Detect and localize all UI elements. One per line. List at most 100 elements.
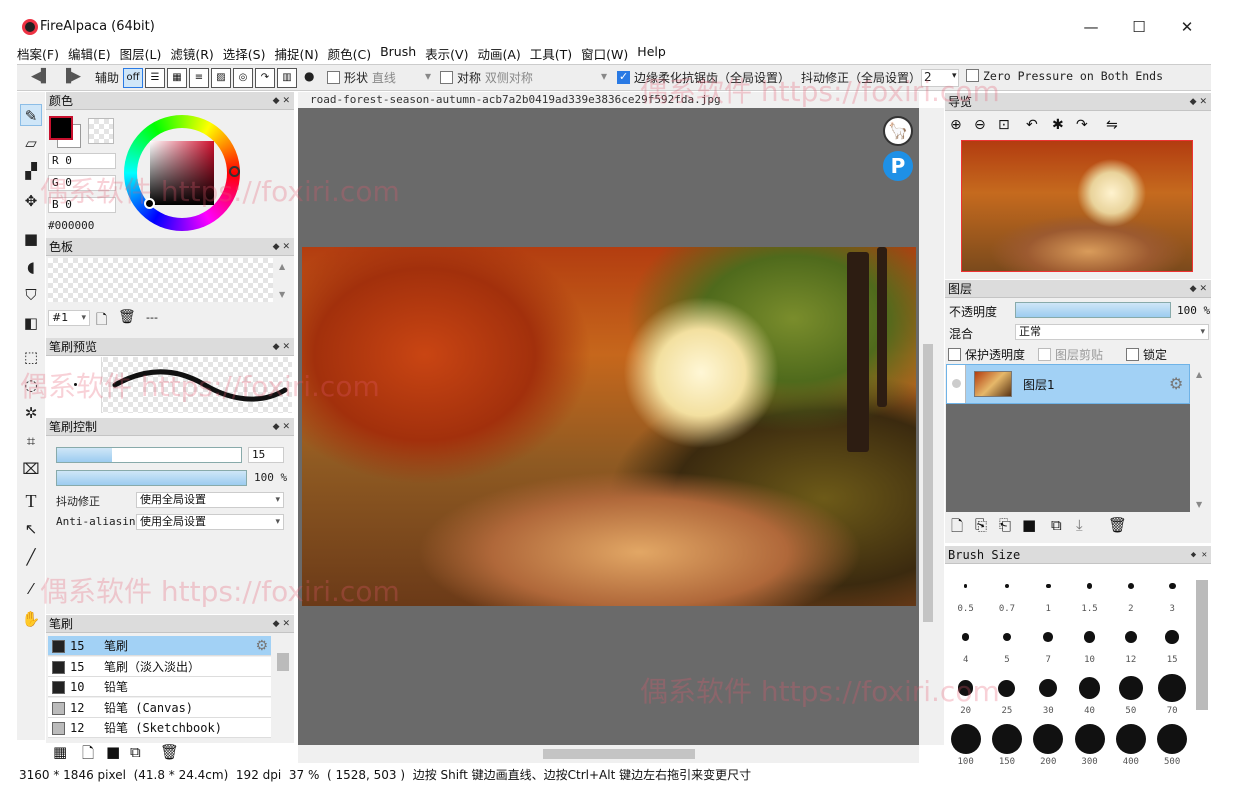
brush-list-item[interactable]: 15 笔刷 ⚙	[48, 636, 271, 656]
duplicate-layer-icon[interactable]: ⧉	[1051, 516, 1062, 534]
layer-row[interactable]: 图层1 ⚙	[946, 364, 1190, 404]
select-rect-tool-icon[interactable]: ⬚	[20, 346, 42, 368]
brush-size-dot[interactable]	[1168, 582, 1176, 590]
brush-tool-icon[interactable]: ✎	[20, 104, 42, 126]
panel-pin-close-icon[interactable]: ◆ ✕	[273, 418, 290, 436]
close-button[interactable]: ✕	[1173, 14, 1201, 40]
symmetry-dropdown-icon[interactable]: ▾	[601, 69, 607, 83]
lasso-tool-icon[interactable]: ◌	[20, 374, 42, 396]
text-tool-icon[interactable]: T	[20, 490, 42, 512]
new-layer-icon[interactable]: 🗋	[951, 516, 963, 541]
canvas-vertical-scrollbar[interactable]	[919, 108, 944, 745]
snap-curve-icon[interactable]: ↷	[255, 68, 275, 88]
brush-list-item[interactable]: 12 铅笔 (Canvas)	[48, 697, 271, 718]
new-1bit-layer-icon[interactable]: ⎗	[999, 516, 1011, 534]
brush-settings-gear-icon[interactable]: ⚙	[255, 636, 268, 656]
eraser-tool-icon[interactable]: ▱	[20, 132, 42, 154]
brush-folder-icon[interactable]: ■	[106, 743, 120, 761]
gradient-tool-icon[interactable]: ◧	[20, 312, 42, 334]
panel-pin-close-icon[interactable]: ◆ ✕	[1190, 280, 1207, 298]
panel-pin-close-icon[interactable]: ◆ ✕	[273, 615, 290, 633]
select-pen-tool-icon[interactable]: ⌗	[20, 430, 42, 452]
brush-size-dot[interactable]	[957, 680, 974, 696]
brush-size-slider[interactable]	[56, 447, 242, 463]
snap-off-button[interactable]: off	[123, 68, 143, 88]
panel-pin-close-icon[interactable]: ◆ ✕	[1191, 546, 1207, 564]
canvas-image[interactable]	[302, 247, 916, 606]
layer-settings-gear-icon[interactable]: ⚙	[1169, 374, 1183, 393]
layers-scroll-up-icon[interactable]: ▲	[1196, 370, 1202, 379]
shape-dropdown-icon[interactable]: ▾	[425, 69, 431, 83]
hue-picker-handle[interactable]	[229, 166, 240, 177]
delete-brush-icon[interactable]: 🗑	[160, 743, 179, 761]
protect-alpha-checkbox[interactable]: 保护透明度	[948, 346, 1025, 363]
stabilizer-dropdown-icon[interactable]: ▾	[952, 71, 957, 81]
brush-list-item[interactable]: 15 笔刷（淡入淡出）	[48, 656, 271, 677]
brush-list-scrollbar[interactable]	[277, 653, 289, 671]
brush-size-dot[interactable]	[1165, 630, 1179, 644]
brush-size-dot[interactable]	[1074, 724, 1105, 754]
bucket-tool-icon[interactable]: ◖	[20, 256, 42, 278]
operation-tool-icon[interactable]: ↖	[20, 518, 42, 540]
palette-scroll-up-icon[interactable]: ▲	[279, 262, 285, 271]
layer-opacity-slider[interactable]	[1015, 302, 1171, 318]
duplicate-brush-icon[interactable]: ⧉	[130, 743, 141, 761]
brush-size-dot[interactable]	[1083, 631, 1096, 643]
sv-picker-handle[interactable]	[144, 198, 155, 209]
panel-pin-close-icon[interactable]: ◆ ✕	[273, 238, 290, 256]
menu-animation[interactable]: 动画(A)	[477, 44, 520, 64]
merge-down-icon[interactable]: ⤓	[1076, 516, 1083, 534]
hand-tool-icon[interactable]: ✋	[20, 608, 42, 630]
eyedropper-tool-icon[interactable]: ⁄	[20, 578, 42, 600]
brush-size-dot[interactable]	[1004, 583, 1009, 589]
zero-pressure-checkbox[interactable]: Zero Pressure on Both Ends	[966, 69, 1163, 83]
brush-size-dot[interactable]	[1124, 630, 1137, 644]
brush-size-dot[interactable]	[950, 724, 981, 754]
hex-value[interactable]: #000000	[48, 219, 94, 232]
brush-size-dot[interactable]	[1119, 676, 1143, 700]
menu-snap[interactable]: 捕捉(N)	[274, 44, 318, 64]
blue-value-field[interactable]: B 0	[48, 197, 116, 213]
menu-select[interactable]: 选择(S)	[223, 44, 266, 64]
clipping-checkbox[interactable]: 图层剪贴	[1038, 346, 1103, 363]
brush-stabilizer-select[interactable]: 使用全局设置	[136, 492, 284, 508]
shape-checkbox[interactable]: 形状 直线	[327, 69, 396, 86]
redo-icon[interactable]: ▐▶	[61, 69, 81, 84]
maximize-button[interactable]: ☐	[1125, 14, 1153, 40]
brush-size-dot[interactable]	[1043, 632, 1054, 642]
menu-edit[interactable]: 编辑(E)	[68, 44, 111, 64]
brush-size-dot[interactable]	[998, 679, 1016, 697]
new-folder-icon[interactable]: ■	[1022, 516, 1036, 534]
menu-tools[interactable]: 工具(T)	[530, 44, 572, 64]
brush-size-scrollbar[interactable]	[1196, 580, 1208, 710]
magic-wand-tool-icon[interactable]: ✲	[20, 402, 42, 424]
brush-antialias-select[interactable]: 使用全局设置	[136, 514, 284, 530]
panel-pin-close-icon[interactable]: ◆ ✕	[273, 92, 290, 110]
canvas-horizontal-scrollbar[interactable]	[298, 745, 919, 763]
snap-parallel-icon[interactable]: ☰	[145, 68, 165, 88]
menu-filter[interactable]: 滤镜(R)	[170, 44, 213, 64]
snap-3d-icon[interactable]: ▥	[277, 68, 297, 88]
red-value-field[interactable]: R 0	[48, 153, 116, 169]
primary-color-swatch[interactable]	[49, 116, 73, 140]
lock-checkbox[interactable]: 锁定	[1126, 346, 1167, 363]
snap-grid-icon[interactable]: ▦	[167, 68, 187, 88]
brush-size-dot[interactable]	[1045, 583, 1051, 589]
panel-pin-close-icon[interactable]: ◆ ✕	[273, 338, 290, 356]
divide-tool-icon[interactable]: ╱	[20, 546, 42, 568]
zoom-out-icon[interactable]: ⊖	[974, 117, 986, 133]
fill-rect-tool-icon[interactable]: ■	[20, 228, 42, 250]
transparent-color-swatch[interactable]	[88, 118, 114, 144]
palette-scroll-down-icon[interactable]: ▼	[279, 290, 285, 299]
brush-list-item[interactable]: 10 铅笔	[48, 677, 271, 697]
menu-view[interactable]: 表示(V)	[425, 44, 468, 64]
minimize-button[interactable]: —	[1077, 14, 1105, 40]
rotate-reset-icon[interactable]: ✱	[1052, 117, 1064, 133]
snap-circle-icon[interactable]: ◎	[233, 68, 253, 88]
select-eraser-tool-icon[interactable]: ⌧	[20, 458, 42, 480]
brush-opacity-slider[interactable]	[56, 470, 247, 486]
layers-scroll-down-icon[interactable]: ▼	[1196, 500, 1202, 509]
flip-horizontal-icon[interactable]: ⇋	[1106, 117, 1118, 133]
rotate-right-icon[interactable]: ↷	[1076, 117, 1088, 133]
alpaca-mascot-icon[interactable]: 🦙	[883, 116, 913, 146]
